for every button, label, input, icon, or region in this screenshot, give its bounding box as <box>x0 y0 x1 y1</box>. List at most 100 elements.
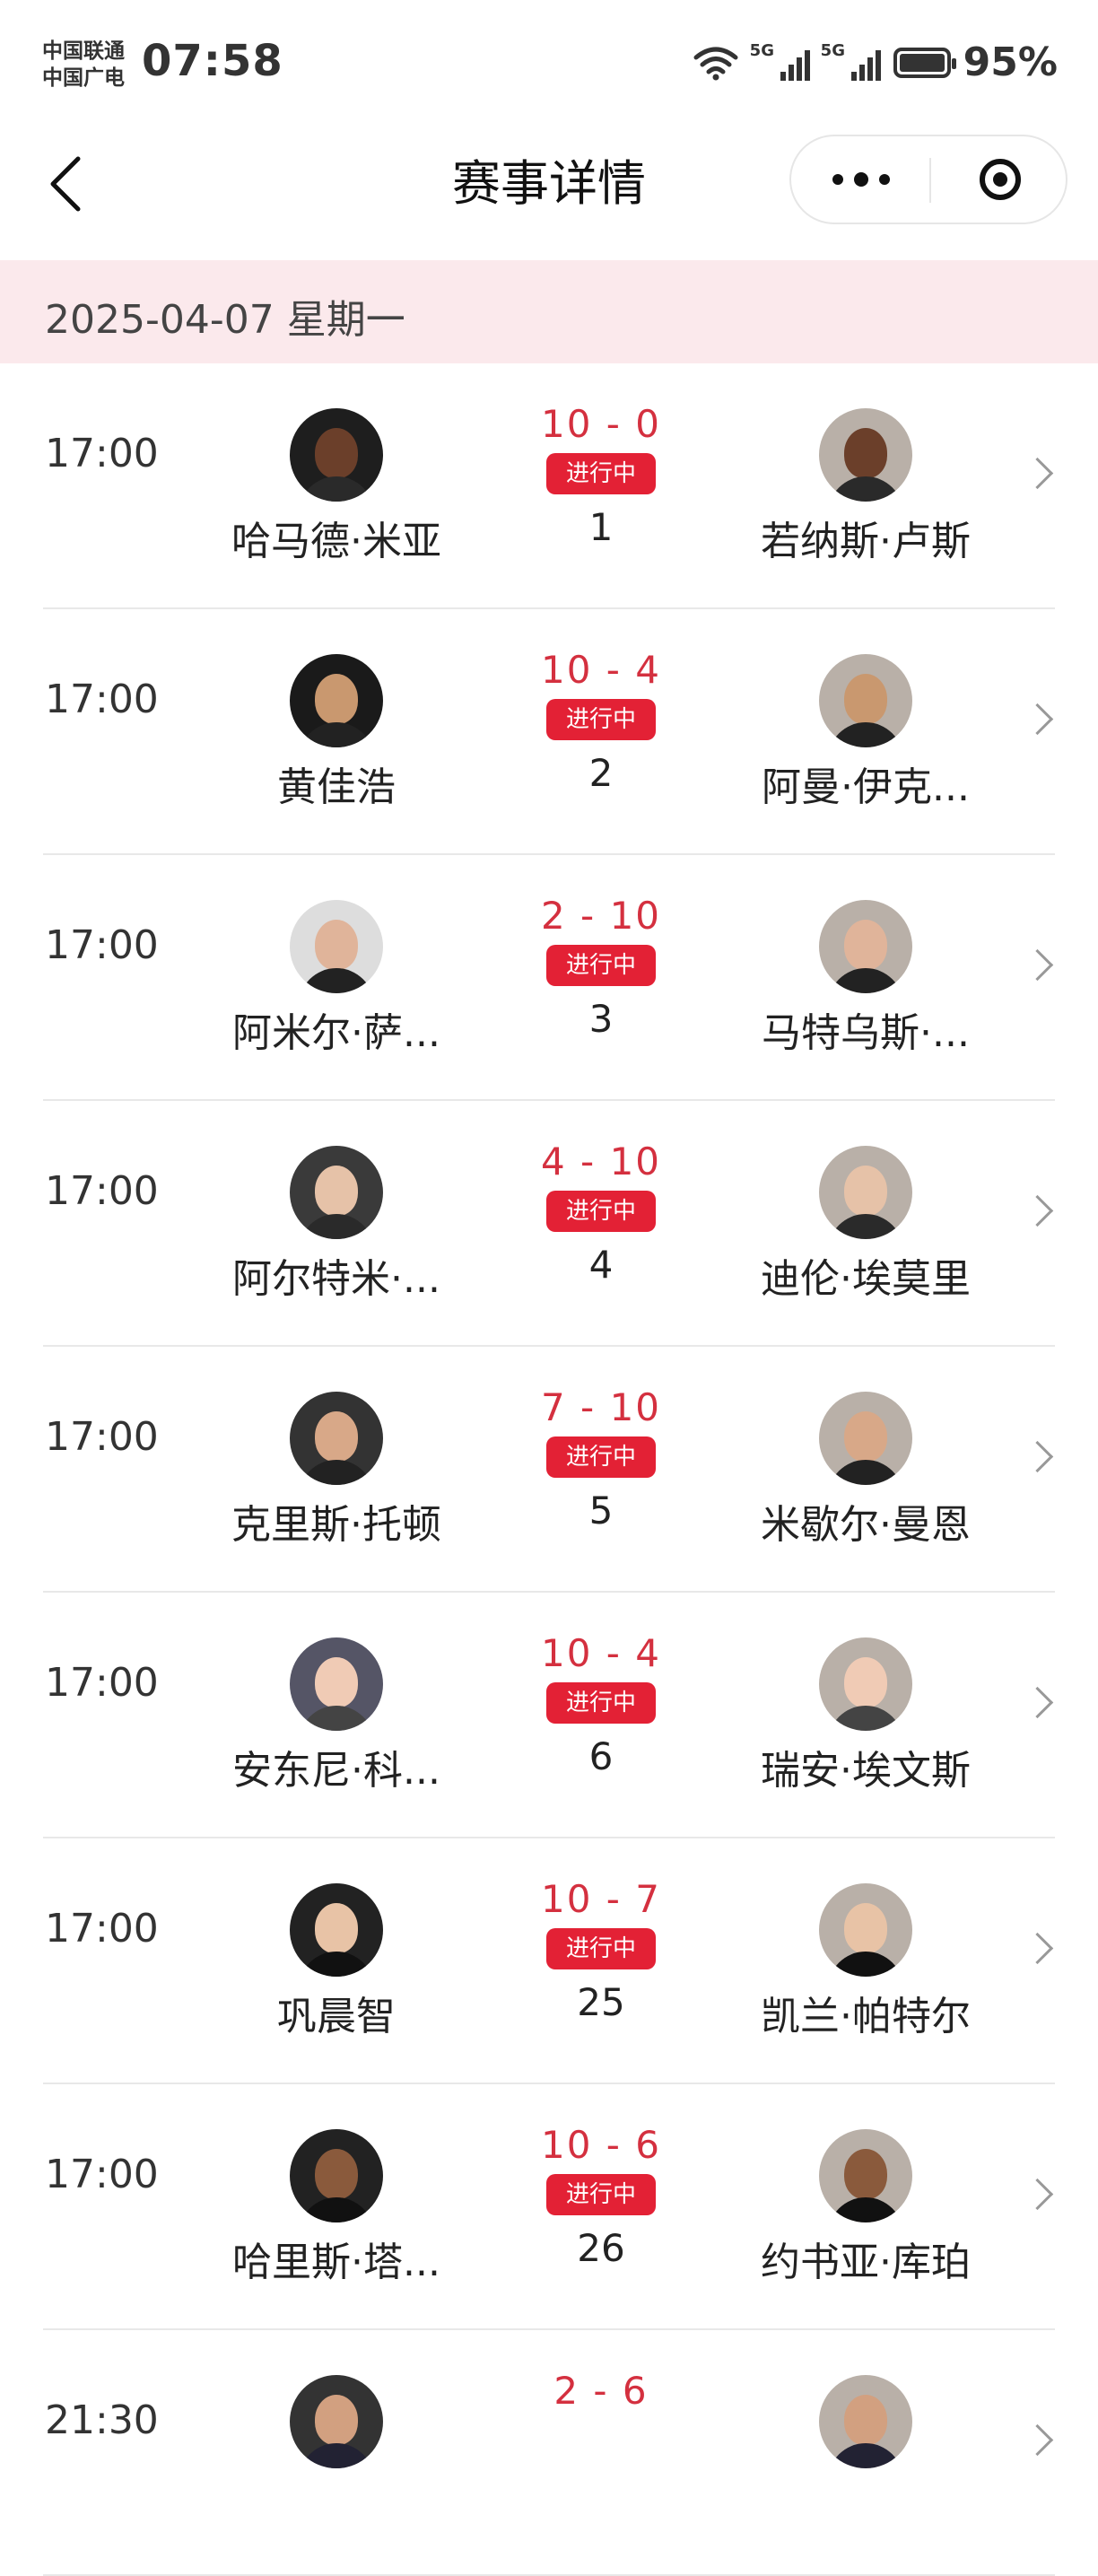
network-type-1: 5G <box>749 40 774 60</box>
player-2: 阿曼·伊克... <box>745 654 987 812</box>
match-score: 7 - 10 <box>540 1385 662 1429</box>
match-score: 10 - 4 <box>540 648 662 692</box>
player-2-name: 阿曼·伊克... <box>762 764 970 810</box>
status-badge: 进行中 <box>545 1682 656 1724</box>
match-row[interactable]: 17:00 哈马德·米亚 10 - 0 进行中 1 若纳斯·卢斯 <box>0 363 1098 609</box>
match-time: 17:00 <box>45 431 159 476</box>
status-badge: 进行中 <box>545 453 656 494</box>
avatar <box>819 408 912 502</box>
match-number: 25 <box>577 1980 625 2024</box>
battery-percent: 95% <box>963 39 1058 85</box>
player-2: 迪伦·埃莫里 <box>745 1146 987 1304</box>
player-1: 安东尼·科... <box>215 1637 458 1795</box>
match-row[interactable]: 17:00 克里斯·托顿 7 - 10 进行中 5 米歇尔·曼恩 <box>0 1347 1098 1593</box>
avatar <box>819 900 912 993</box>
match-time: 17:00 <box>45 677 159 722</box>
match-row[interactable]: 17:00 黄佳浩 10 - 4 进行中 2 阿曼·伊克... <box>0 609 1098 855</box>
target-icon <box>979 159 1021 200</box>
status-badge: 进行中 <box>545 1191 656 1232</box>
match-number: 26 <box>577 2226 625 2270</box>
system-icons: 5G 5G 95% <box>693 39 1058 85</box>
match-center: 10 - 4 进行中 2 <box>511 647 691 795</box>
match-center: 10 - 7 进行中 25 <box>511 1876 691 2024</box>
avatar <box>290 900 383 993</box>
match-number: 3 <box>588 997 614 1041</box>
match-number: 6 <box>588 1734 614 1778</box>
carrier-2: 中国广电 <box>42 66 125 90</box>
match-center: 10 - 0 进行中 1 <box>511 401 691 549</box>
match-row[interactable]: 17:00 哈里斯·塔... 10 - 6 进行中 26 约书亚·库珀 <box>0 2084 1098 2330</box>
mini-program-capsule <box>789 135 1068 224</box>
player-1-name: 阿米尔·萨... <box>232 1010 440 1056</box>
player-2-name: 米歇尔·曼恩 <box>761 1502 971 1548</box>
battery-icon <box>893 47 956 78</box>
player-1-name: 巩晨智 <box>277 1994 396 2039</box>
avatar <box>819 1392 912 1485</box>
player-1: 哈马德·米亚 <box>215 408 458 566</box>
player-1-name: 阿尔特米·... <box>232 1256 440 1302</box>
player-1-name: 哈里斯·塔... <box>232 2240 440 2285</box>
player-2: 米歇尔·曼恩 <box>745 1392 987 1550</box>
match-row[interactable]: 17:00 阿米尔·萨... 2 - 10 进行中 3 马特乌斯·... <box>0 855 1098 1101</box>
match-row[interactable]: 17:00 安东尼·科... 10 - 4 进行中 6 瑞安·埃文斯 <box>0 1593 1098 1838</box>
player-2: 马特乌斯·... <box>745 900 987 1058</box>
player-2: 约书亚·库珀 <box>745 2129 987 2287</box>
player-2-name: 若纳斯·卢斯 <box>761 519 971 564</box>
avatar <box>290 1637 383 1731</box>
match-time: 17:00 <box>45 2152 159 2197</box>
player-1: 克里斯·托顿 <box>215 1392 458 1550</box>
player-2-name: 瑞安·埃文斯 <box>761 1748 971 1794</box>
date-label: 2025-04-07 星期一 <box>45 297 405 343</box>
match-center: 10 - 6 进行中 26 <box>511 2122 691 2270</box>
player-1-name: 克里斯·托顿 <box>231 1502 441 1548</box>
match-number: 2 <box>588 751 614 795</box>
match-score: 2 - 10 <box>540 894 662 938</box>
match-time: 17:00 <box>45 1660 159 1706</box>
chevron-right-icon <box>1021 1440 1054 1473</box>
player-1 <box>215 2375 458 2476</box>
match-row[interactable]: 17:00 阿尔特米·... 4 - 10 进行中 4 迪伦·埃莫里 <box>0 1101 1098 1347</box>
chevron-right-icon <box>1021 457 1054 490</box>
chevron-right-icon <box>1021 1932 1054 1965</box>
match-score: 10 - 4 <box>540 1631 662 1675</box>
match-row[interactable]: 21:30 2 - 6 <box>0 2330 1098 2576</box>
carrier-info: 中国联通 中国广电 <box>42 38 125 92</box>
player-1: 哈里斯·塔... <box>215 2129 458 2287</box>
chevron-right-icon <box>1021 2423 1054 2457</box>
avatar <box>819 2375 912 2468</box>
avatar <box>290 1146 383 1239</box>
match-list: 17:00 哈马德·米亚 10 - 0 进行中 1 若纳斯·卢斯 17:00 黄… <box>0 363 1098 2576</box>
player-1-name: 哈马德·米亚 <box>231 519 441 564</box>
player-2 <box>745 2375 987 2476</box>
match-center: 2 - 10 进行中 3 <box>511 893 691 1041</box>
nav-bar: 赛事详情 <box>0 130 1098 260</box>
match-number: 1 <box>588 505 614 549</box>
network-type-2: 5G <box>820 40 845 60</box>
close-button[interactable] <box>930 136 1069 223</box>
player-1: 黄佳浩 <box>215 654 458 812</box>
avatar <box>290 654 383 747</box>
chevron-right-icon <box>1021 1686 1054 1719</box>
match-time: 17:00 <box>45 1906 159 1952</box>
player-1-name: 安东尼·科... <box>232 1748 440 1794</box>
more-dots-icon <box>832 174 843 185</box>
chevron-right-icon <box>1021 703 1054 736</box>
avatar <box>290 1392 383 1485</box>
player-2-name: 迪伦·埃莫里 <box>761 1256 971 1302</box>
signal-icon-2: 5G <box>821 41 881 81</box>
chevron-right-icon <box>1021 2178 1054 2211</box>
date-header: 2025-04-07 星期一 <box>0 260 1098 363</box>
match-score: 4 - 10 <box>540 1140 662 1183</box>
status-badge: 进行中 <box>545 945 656 986</box>
match-row[interactable]: 17:00 巩晨智 10 - 7 进行中 25 凯兰·帕特尔 <box>0 1838 1098 2084</box>
more-button[interactable] <box>791 136 930 223</box>
match-number: 5 <box>588 1489 614 1533</box>
avatar <box>290 408 383 502</box>
match-score: 10 - 7 <box>540 1877 662 1921</box>
wifi-icon <box>693 47 738 80</box>
chevron-right-icon <box>1021 1194 1054 1227</box>
match-center: 4 - 10 进行中 4 <box>511 1139 691 1287</box>
match-number: 4 <box>588 1243 614 1287</box>
match-center: 2 - 6 <box>511 2368 691 2476</box>
signal-icon-1: 5G <box>750 41 810 81</box>
